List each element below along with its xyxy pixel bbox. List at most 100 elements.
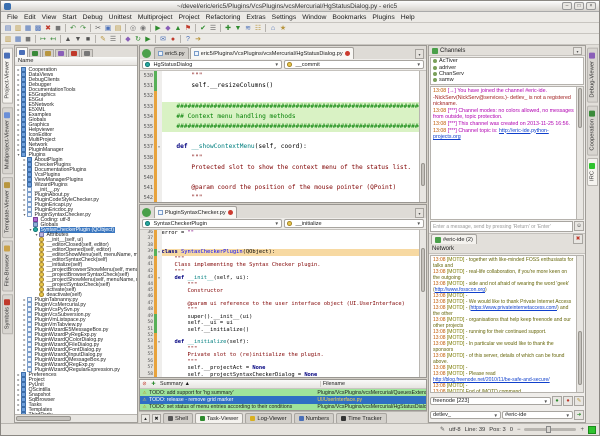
unittest-script-button[interactable]: ▶ bbox=[143, 34, 153, 44]
tab-nav-icon[interactable] bbox=[142, 49, 151, 58]
task-add-icon[interactable]: ✚ bbox=[149, 381, 158, 387]
class-combo[interactable]: HgStatusDialog ▼ bbox=[142, 60, 282, 69]
irc-chat-log[interactable]: 13:08 [→] You have joined the channel #e… bbox=[430, 86, 584, 220]
member-combo[interactable]: __commit ▼ bbox=[284, 60, 424, 69]
goto-brace-button[interactable]: ↤ bbox=[48, 34, 58, 44]
replace-button[interactable]: ◉ bbox=[138, 23, 148, 33]
bookmark-button[interactable]: ★ bbox=[278, 23, 288, 33]
irc-user-samw[interactable]: samw bbox=[431, 77, 583, 83]
toolbox-restore-button[interactable]: ▴ bbox=[141, 414, 150, 423]
message-input[interactable]: Enter a message, send by pressing 'Retur… bbox=[430, 221, 573, 232]
scrollbar-thumb[interactable] bbox=[421, 162, 425, 187]
goto-line-button[interactable]: ↦ bbox=[38, 34, 48, 44]
menu-edit[interactable]: Edit bbox=[21, 13, 39, 22]
minimize-button[interactable]: – bbox=[562, 2, 572, 10]
network-log-vscrollbar[interactable] bbox=[576, 256, 583, 392]
chat-vscrollbar[interactable] bbox=[576, 87, 583, 219]
channel-combo[interactable]: #eric-ide ▼ bbox=[502, 411, 573, 419]
redo-button[interactable]: ↷ bbox=[78, 23, 88, 33]
save-all-button[interactable]: ▩ bbox=[33, 23, 43, 33]
zoom-in-icon[interactable]: + bbox=[580, 427, 584, 433]
irc-tb-button[interactable]: ● bbox=[168, 34, 178, 44]
new-button[interactable]: ▤ bbox=[3, 23, 13, 33]
resources-tab[interactable] bbox=[42, 49, 54, 57]
vcs-diff-button[interactable]: ≋ bbox=[243, 23, 253, 33]
task-row[interactable]: ⚠ TODO: set status of menu entries accord… bbox=[140, 403, 426, 410]
sidebar-tab-debug-viewer[interactable]: Debug-Viewer bbox=[587, 48, 598, 103]
tree-column-header[interactable]: Name bbox=[15, 57, 137, 66]
member-combo[interactable]: __initialize ▼ bbox=[284, 219, 424, 228]
panel-menu-button[interactable]: ▾ bbox=[573, 46, 582, 55]
sidebar-tab-file-browser[interactable]: File-Browser bbox=[2, 240, 13, 292]
documentation-button[interactable]: ☰ bbox=[208, 23, 218, 33]
sidebar-tab-project-viewer[interactable]: Project-Viewer bbox=[2, 48, 13, 104]
disconnect-button[interactable]: ● bbox=[563, 396, 573, 406]
sources-tab[interactable] bbox=[16, 47, 28, 57]
menu-start[interactable]: Start bbox=[59, 13, 79, 22]
editor-top-vscrollbar[interactable] bbox=[419, 71, 426, 202]
leave-channel-button[interactable]: ✖ bbox=[573, 234, 583, 244]
menu-help[interactable]: Help bbox=[398, 13, 418, 22]
tab-menu-button[interactable]: ▾ bbox=[415, 49, 424, 59]
vcs-update-button[interactable]: ▼ bbox=[233, 23, 243, 33]
whats-this-button[interactable]: ➜ bbox=[193, 34, 203, 44]
edit-network-button[interactable]: ✎ bbox=[574, 396, 584, 406]
connect-button[interactable]: ● bbox=[552, 396, 562, 406]
irc-network-log[interactable]: 13:08 [MOTD] - together with like-minded… bbox=[430, 255, 584, 393]
print-button[interactable]: ◼ bbox=[53, 23, 63, 33]
message-link[interactable]: https://www.privateinternetaccess.com/ bbox=[471, 305, 557, 311]
search-button[interactable]: ◎ bbox=[128, 23, 138, 33]
help-tb-button[interactable]: ? bbox=[183, 34, 193, 44]
cut-button[interactable]: ✂ bbox=[93, 23, 103, 33]
task-row[interactable]: ⚠ TODO: add support for 'hg summary' Plugi… bbox=[140, 389, 426, 397]
menu-unittest[interactable]: Unittest bbox=[106, 13, 135, 22]
paste-button[interactable]: ▤ bbox=[113, 23, 123, 33]
breakpoint-button[interactable]: ⚑ bbox=[183, 23, 193, 33]
profile-button[interactable]: ▲ bbox=[173, 23, 183, 33]
undo-button[interactable]: ↶ bbox=[68, 23, 78, 33]
zoom-reset-button[interactable]: ■ bbox=[83, 34, 93, 44]
task-filter-icon[interactable]: ⊘ bbox=[140, 381, 149, 387]
close-button[interactable]: × bbox=[586, 2, 596, 10]
vcs-commit-button[interactable]: ✚ bbox=[223, 23, 233, 33]
column-header-filename[interactable]: Filename bbox=[321, 381, 426, 387]
maximize-button[interactable]: □ bbox=[574, 2, 584, 10]
menu-plugins[interactable]: Plugins bbox=[369, 13, 397, 22]
editor-bottom-code[interactable]: 36 error = "" 37 38 39 ▾ class SyntaxChecker… bbox=[140, 230, 426, 377]
irc-user-list[interactable]: AcTiver adriver ChanServ samw bbox=[430, 57, 584, 85]
editor-tab-eric5-py[interactable]: eric5.py bbox=[154, 47, 189, 59]
task-header[interactable]: ⊘ ✚ Summary ▲ Filename bbox=[140, 380, 426, 389]
menu-project[interactable]: Project bbox=[175, 13, 202, 22]
close-button[interactable]: ✖ bbox=[43, 23, 53, 33]
zoom-slider-knob[interactable] bbox=[546, 426, 552, 433]
sidebar-tab-irc[interactable]: IRC bbox=[587, 158, 598, 187]
translations-tab[interactable] bbox=[55, 49, 67, 57]
project-close-button[interactable]: ▦ bbox=[13, 34, 23, 44]
unittest-restart-button[interactable]: ↻ bbox=[133, 34, 143, 44]
column-header-summary[interactable]: Summary ▲ bbox=[158, 381, 321, 387]
vcs-log-button[interactable]: ☷ bbox=[253, 23, 263, 33]
others-tab[interactable] bbox=[81, 49, 93, 57]
sidebar-tab-cooperation[interactable]: Cooperation bbox=[587, 105, 598, 156]
spell-check-button[interactable]: ✎ bbox=[98, 34, 108, 44]
copy-button[interactable]: ▣ bbox=[103, 23, 113, 33]
menu-window[interactable]: Window bbox=[299, 13, 329, 22]
menu-settings[interactable]: Settings bbox=[269, 13, 300, 22]
menu-debug[interactable]: Debug bbox=[80, 13, 106, 22]
task-row[interactable]: ⚠ TODO: release - remove grid marker UI/Us… bbox=[140, 396, 426, 404]
mail-button[interactable]: ✉ bbox=[158, 34, 168, 44]
home-button[interactable]: ⌂ bbox=[268, 23, 278, 33]
modified-close-icon[interactable] bbox=[344, 51, 350, 56]
scrollbar-thumb[interactable] bbox=[578, 88, 582, 128]
scrollbar-thumb[interactable] bbox=[578, 330, 582, 386]
menu-multiproject[interactable]: Multiproject bbox=[135, 13, 176, 22]
tree-horizontal-scrollbar[interactable] bbox=[15, 414, 137, 422]
class-combo[interactable]: SyntaxCheckerPlugin ▼ bbox=[142, 219, 282, 228]
save-button[interactable]: ▦ bbox=[23, 23, 33, 33]
menu-file[interactable]: File bbox=[4, 13, 21, 22]
run-script-button[interactable]: ▶ bbox=[153, 23, 163, 33]
editor-tab-hgstatusdialog-py[interactable]: eric5/Plugins/VcsPlugins/vcsMercurial/Hg… bbox=[189, 47, 354, 59]
tab-nav-icon[interactable] bbox=[142, 208, 151, 217]
menu-view[interactable]: View bbox=[39, 13, 60, 22]
zoom-in-tb-button[interactable]: ▲ bbox=[63, 34, 73, 44]
